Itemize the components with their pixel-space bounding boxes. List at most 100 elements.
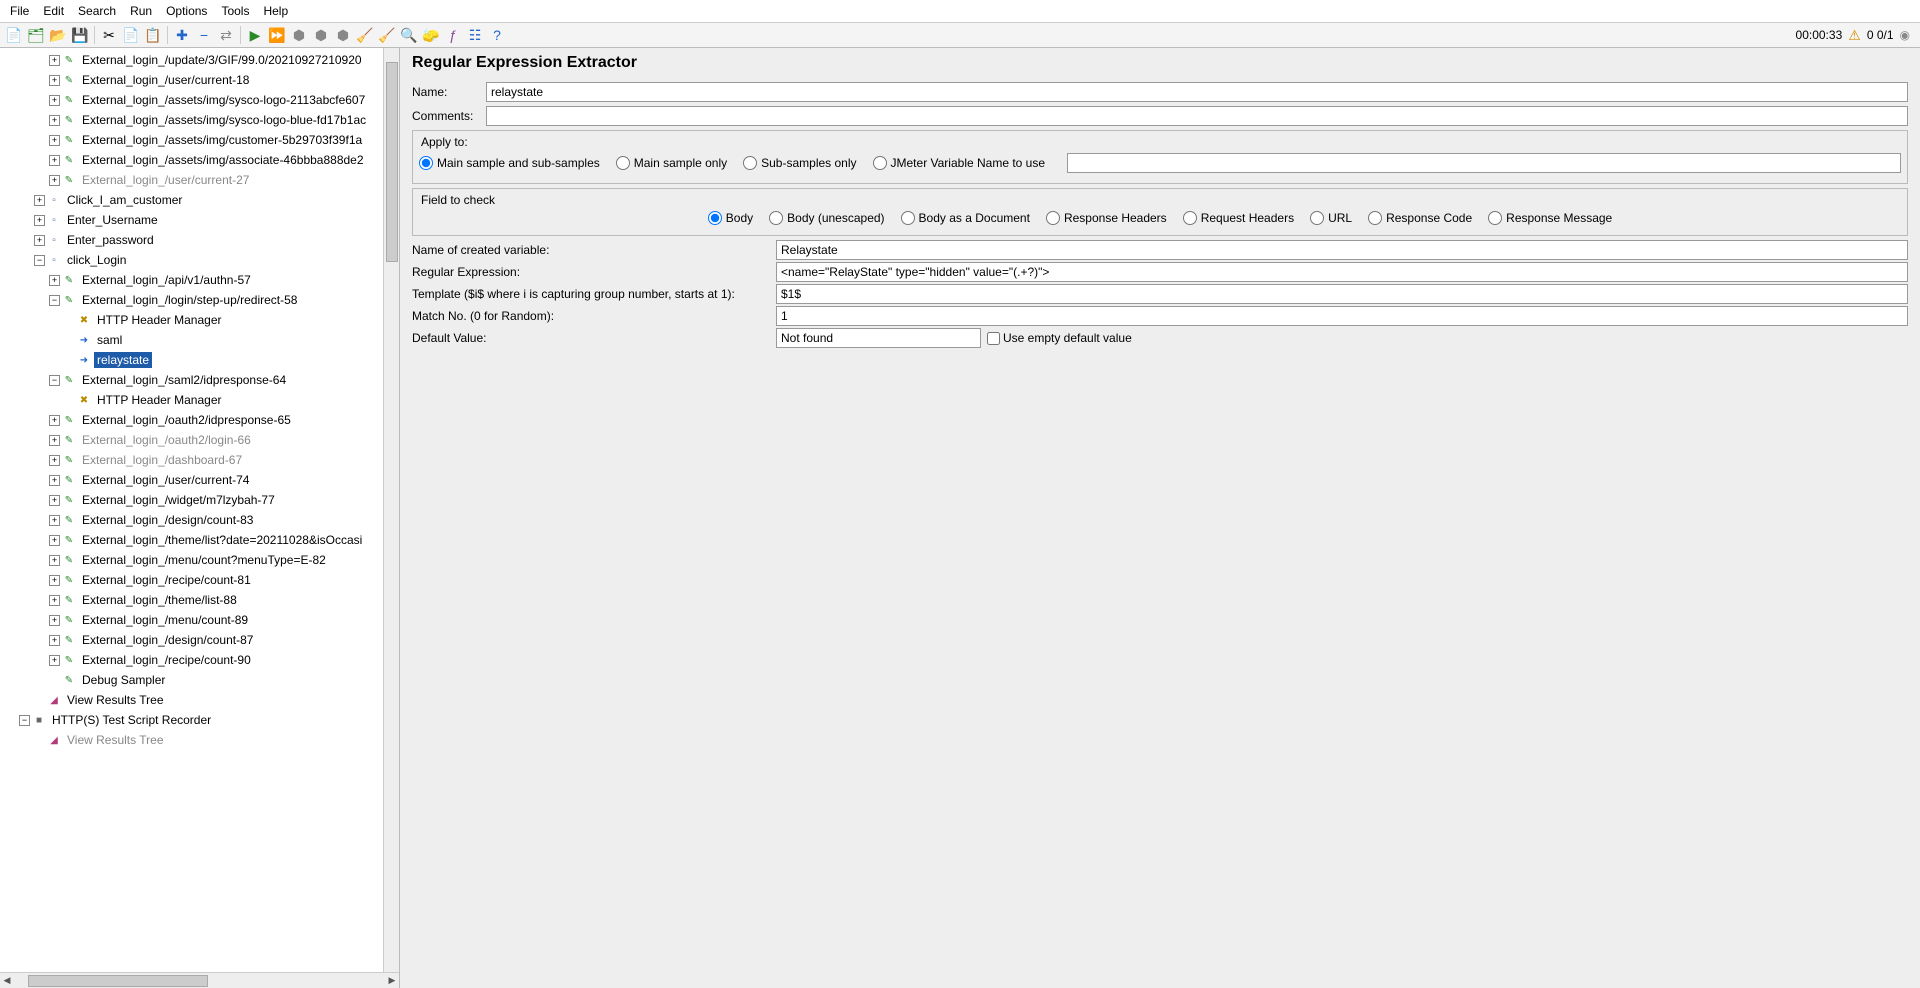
tree-node-label[interactable]: External_login_/update/3/GIF/99.0/202109… [79, 52, 365, 68]
empty-default-checkbox[interactable]: Use empty default value [987, 331, 1132, 345]
tree-node-label[interactable]: HTTP(S) Test Script Recorder [49, 712, 214, 728]
start-no-pause-icon[interactable]: ⏩ [267, 25, 287, 45]
default-input[interactable] [776, 328, 981, 348]
tree-node[interactable]: ◢View Results Tree [0, 730, 383, 750]
new-icon[interactable]: 📄 [4, 25, 24, 45]
tree-node-label[interactable]: External_login_/oauth2/idpresponse-65 [79, 412, 294, 428]
clear-icon[interactable]: 🧹 [355, 25, 375, 45]
stop-remote-icon[interactable]: ⬢ [333, 25, 353, 45]
tree-node-label[interactable]: External_login_/recipe/count-81 [79, 572, 254, 588]
collapse-icon[interactable]: − [49, 295, 60, 306]
tree-node-label[interactable]: View Results Tree [64, 732, 167, 748]
apply-to-sub[interactable]: Sub-samples only [743, 156, 856, 170]
tree-node[interactable]: +✎External_login_/menu/count?menuType=E-… [0, 550, 383, 570]
field-body-document[interactable]: Body as a Document [901, 211, 1030, 225]
expand-icon[interactable]: + [49, 135, 60, 146]
tree-node-label[interactable]: Enter_Username [64, 212, 161, 228]
tree-node[interactable]: ✎Debug Sampler [0, 670, 383, 690]
field-body[interactable]: Body [708, 211, 753, 225]
tree-node[interactable]: ➜saml [0, 330, 383, 350]
stop-icon[interactable]: ⬢ [289, 25, 309, 45]
tree-node-label[interactable]: External_login_/user/current-18 [79, 72, 252, 88]
expand-icon[interactable]: + [34, 215, 45, 226]
expand-icon[interactable]: + [49, 635, 60, 646]
expand-icon[interactable]: + [49, 155, 60, 166]
apply-to-main-sub[interactable]: Main sample and sub-samples [419, 156, 600, 170]
tree-node-label[interactable]: Click_I_am_customer [64, 192, 185, 208]
tree-node-label[interactable]: External_login_/user/current-74 [79, 472, 252, 488]
expand-icon[interactable]: + [34, 195, 45, 206]
tree-node[interactable]: ➜relaystate [0, 350, 383, 370]
expand-icon[interactable]: + [49, 595, 60, 606]
tree-node-label[interactable]: saml [94, 332, 125, 348]
tree-node[interactable]: +✎External_login_/theme/list-88 [0, 590, 383, 610]
tree-node[interactable]: ◢View Results Tree [0, 690, 383, 710]
expand-icon[interactable]: + [49, 115, 60, 126]
tree-node[interactable]: +✎External_login_/design/count-83 [0, 510, 383, 530]
save-icon[interactable]: 💾 [70, 25, 90, 45]
expand-icon[interactable]: ✚ [172, 25, 192, 45]
tree-node-label[interactable]: External_login_/design/count-83 [79, 512, 256, 528]
scrollbar-thumb[interactable] [386, 62, 398, 262]
tree-node[interactable]: +✎External_login_/user/current-74 [0, 470, 383, 490]
expand-icon[interactable]: + [49, 535, 60, 546]
tree-node-label[interactable]: Debug Sampler [79, 672, 168, 688]
tree-vertical-scrollbar[interactable] [383, 48, 399, 972]
collapse-icon[interactable]: − [19, 715, 30, 726]
tree-node-label[interactable]: External_login_/design/count-87 [79, 632, 256, 648]
field-response-headers[interactable]: Response Headers [1046, 211, 1167, 225]
menu-file[interactable]: File [4, 2, 35, 20]
field-response-code[interactable]: Response Code [1368, 211, 1472, 225]
tree-node[interactable]: −✎External_login_/login/step-up/redirect… [0, 290, 383, 310]
collapse-icon[interactable]: − [34, 255, 45, 266]
field-url[interactable]: URL [1310, 211, 1352, 225]
tree-node-label[interactable]: External_login_/user/current-27 [79, 172, 252, 188]
tree-node-label[interactable]: External_login_/menu/count?menuType=E-82 [79, 552, 329, 568]
tree-node-label[interactable]: click_Login [64, 252, 129, 268]
help-icon[interactable]: ? [487, 25, 507, 45]
comments-input[interactable] [486, 106, 1908, 126]
tree-node[interactable]: +✎External_login_/user/current-27 [0, 170, 383, 190]
expand-icon[interactable]: + [49, 555, 60, 566]
tree-node[interactable]: +▫Enter_Username [0, 210, 383, 230]
tree-node-label[interactable]: External_login_/recipe/count-90 [79, 652, 254, 668]
tree-node[interactable]: +✎External_login_/assets/img/associate-4… [0, 150, 383, 170]
tree-node-label[interactable]: External_login_/assets/img/customer-5b29… [79, 132, 365, 148]
tree-node-label[interactable]: HTTP Header Manager [94, 392, 225, 408]
tree-node[interactable]: +✎External_login_/update/3/GIF/99.0/2021… [0, 50, 383, 70]
field-body-unescaped[interactable]: Body (unescaped) [769, 211, 884, 225]
test-plan-tree[interactable]: +✎External_login_/update/3/GIF/99.0/2021… [0, 48, 383, 972]
menu-edit[interactable]: Edit [37, 2, 70, 20]
paste-icon[interactable]: 📋 [143, 25, 163, 45]
templates-icon[interactable]: 🗂 [26, 25, 46, 45]
tree-node-label[interactable]: External_login_/assets/img/sysco-logo-21… [79, 92, 368, 108]
function-helper-icon[interactable]: ƒ [443, 25, 463, 45]
tree-node-label[interactable]: External_login_/theme/list?date=20211028… [79, 532, 365, 548]
expand-icon[interactable]: + [49, 475, 60, 486]
expand-icon[interactable]: + [49, 175, 60, 186]
apply-to-variable[interactable]: JMeter Variable Name to use [873, 156, 1046, 170]
expand-icon[interactable]: + [49, 615, 60, 626]
tree-node-label[interactable]: Enter_password [64, 232, 157, 248]
tree-node-label[interactable]: External_login_/api/v1/authn-57 [79, 272, 254, 288]
collapse-icon[interactable]: − [194, 25, 214, 45]
tree-node[interactable]: +▫Click_I_am_customer [0, 190, 383, 210]
tree-node[interactable]: +✎External_login_/recipe/count-90 [0, 650, 383, 670]
tree-node[interactable]: +✎External_login_/assets/img/sysco-logo-… [0, 110, 383, 130]
expand-icon[interactable]: + [49, 275, 60, 286]
options-icon[interactable]: ☷ [465, 25, 485, 45]
expand-icon[interactable]: + [49, 575, 60, 586]
scroll-left-icon[interactable]: ◀ [0, 974, 14, 988]
start-icon[interactable]: ▶ [245, 25, 265, 45]
tree-node[interactable]: ✖HTTP Header Manager [0, 310, 383, 330]
tree-node[interactable]: −▫click_Login [0, 250, 383, 270]
varname-input[interactable] [776, 240, 1908, 260]
shutdown-icon[interactable]: ⬢ [311, 25, 331, 45]
menu-run[interactable]: Run [124, 2, 158, 20]
tree-node[interactable]: +✎External_login_/api/v1/authn-57 [0, 270, 383, 290]
tree-node-label[interactable]: External_login_/saml2/idpresponse-64 [79, 372, 289, 388]
field-response-message[interactable]: Response Message [1488, 211, 1612, 225]
tree-node-label[interactable]: View Results Tree [64, 692, 167, 708]
menu-options[interactable]: Options [160, 2, 213, 20]
tree-node-label[interactable]: HTTP Header Manager [94, 312, 225, 328]
